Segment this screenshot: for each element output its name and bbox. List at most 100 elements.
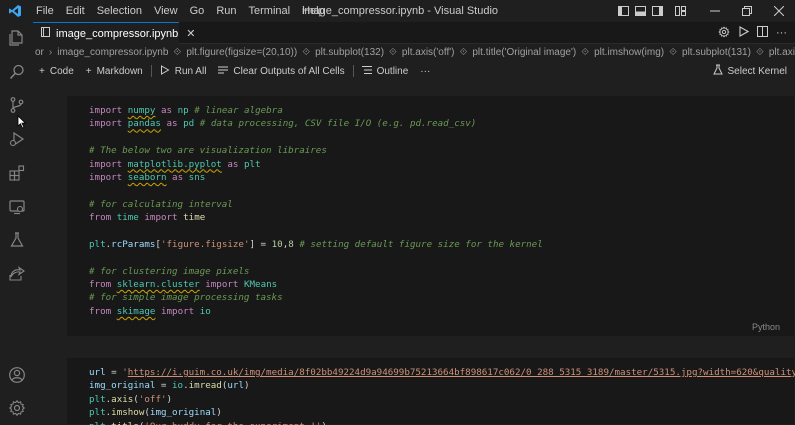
more-toolbar-actions[interactable]: ··· bbox=[414, 61, 436, 81]
customize-layout-icon[interactable] bbox=[672, 0, 689, 22]
menu-go[interactable]: Go bbox=[184, 0, 211, 22]
menu-edit[interactable]: Edit bbox=[60, 0, 91, 22]
code-token: plt bbox=[89, 238, 106, 250]
account-icon[interactable] bbox=[6, 364, 27, 385]
title-bar: File Edit Selection View Go Run Terminal Help i… bbox=[0, 0, 795, 39]
code-editor[interactable]: import numpy as np # linear algebra impor… bbox=[89, 104, 543, 318]
restore-window-icon[interactable] bbox=[731, 0, 763, 22]
extensions-icon[interactable] bbox=[6, 162, 27, 183]
toggle-panel-icon[interactable] bbox=[632, 0, 649, 22]
code-token: io bbox=[172, 380, 184, 392]
code-token: axis bbox=[111, 393, 134, 405]
code-token: plt bbox=[89, 421, 106, 425]
gear-icon[interactable] bbox=[718, 25, 730, 41]
close-window-icon[interactable] bbox=[763, 0, 795, 22]
plus-icon: + bbox=[39, 65, 45, 77]
menu-file[interactable]: File bbox=[30, 0, 60, 22]
settings-gear-icon[interactable] bbox=[6, 397, 27, 418]
select-kernel-button[interactable]: Select Kernel bbox=[712, 61, 787, 81]
run-icon[interactable] bbox=[738, 26, 750, 40]
breadcrumb-separator-icon: ⟐ bbox=[669, 47, 678, 58]
breadcrumb-separator-icon: ⟐ bbox=[459, 47, 468, 58]
code-line: from time import time bbox=[89, 211, 543, 224]
minimize-window-icon[interactable] bbox=[699, 0, 731, 22]
code-editor[interactable]: url = 'https://i.guim.co.uk/img/media/8f… bbox=[89, 366, 795, 425]
run-debug-icon[interactable] bbox=[6, 128, 27, 149]
plus-icon: + bbox=[85, 65, 92, 77]
activity-bar bbox=[0, 22, 33, 425]
code-token: np bbox=[177, 105, 189, 116]
code-token: from bbox=[89, 212, 112, 224]
clear-outputs-button[interactable]: Clear Outputs of All Cells bbox=[212, 61, 350, 81]
remote-explorer-icon[interactable] bbox=[6, 196, 27, 217]
files-icon[interactable] bbox=[6, 27, 27, 48]
breadcrumb-separator-icon: ⟐ bbox=[755, 47, 764, 58]
notebook-icon bbox=[41, 27, 50, 40]
code-line: plt.title('Our buddy for the experiment … bbox=[89, 420, 795, 425]
breadcrumb-item[interactable]: plt.title('Original image') bbox=[470, 47, 578, 58]
add-code-cell-button[interactable]: + Code bbox=[33, 61, 80, 81]
breadcrumb-separator-icon: ⟐ bbox=[302, 47, 311, 58]
toggle-primary-sidebar-icon[interactable] bbox=[615, 0, 632, 22]
code-token: pd bbox=[183, 118, 195, 130]
code-line: plt.imshow(img_original) bbox=[89, 406, 795, 419]
vscode-logo-icon bbox=[0, 0, 30, 22]
code-token: imread bbox=[188, 380, 222, 392]
search-icon[interactable] bbox=[6, 61, 27, 82]
code-token: img_original bbox=[149, 407, 217, 419]
toolbar-divider bbox=[352, 65, 354, 77]
run-all-button[interactable]: Run All bbox=[154, 61, 213, 81]
code-token: numpy bbox=[127, 105, 156, 116]
source-control-icon[interactable] bbox=[6, 94, 27, 115]
notebook-toolbar: + Code + Markdown Run All Clear Outputs … bbox=[33, 61, 795, 81]
add-markdown-cell-button[interactable]: + Markdown bbox=[80, 61, 149, 81]
code-token: as bbox=[166, 118, 178, 130]
breadcrumb-item[interactable]: or bbox=[33, 47, 46, 58]
clear-all-icon bbox=[218, 65, 229, 78]
breadcrumb-item[interactable]: plt.figure(figsize=(20,10)) bbox=[184, 47, 299, 58]
code-cell[interactable]: import numpy as np # linear algebra impor… bbox=[66, 95, 795, 337]
breadcrumb-item[interactable]: plt.subplot(131) bbox=[680, 47, 753, 58]
more-actions-icon[interactable]: ··· bbox=[776, 27, 787, 39]
code-token: sklearn.cluster bbox=[116, 279, 200, 291]
code-line: # for simple image processing tasks bbox=[89, 291, 543, 304]
code-token: import bbox=[89, 105, 123, 116]
cell-language-label[interactable]: Python bbox=[752, 322, 780, 332]
code-token: from bbox=[89, 279, 112, 291]
breadcrumb-item[interactable]: plt.axis('off') bbox=[767, 47, 795, 58]
tab-image-compressor[interactable]: image_compressor.ipynb ✕ bbox=[33, 22, 196, 44]
code-cell[interactable]: url = 'https://i.guim.co.uk/img/media/8f… bbox=[66, 357, 795, 425]
code-token: ] = bbox=[249, 238, 272, 250]
code-token: https://i.guim.co.uk/img/media/8f02bb492… bbox=[127, 367, 795, 378]
outline-icon bbox=[361, 65, 372, 78]
outline-button[interactable]: Outline bbox=[356, 61, 415, 81]
menu-view[interactable]: View bbox=[148, 0, 184, 22]
code-token: # for calculating interval bbox=[89, 198, 233, 210]
code-token: seaborn bbox=[127, 171, 167, 183]
code-token: KMeans bbox=[243, 279, 278, 291]
menu-terminal[interactable]: Terminal bbox=[243, 0, 297, 22]
tab-close-icon[interactable]: ✕ bbox=[186, 27, 195, 40]
code-token: 'off' bbox=[138, 393, 167, 405]
menu-run[interactable]: Run bbox=[210, 0, 242, 22]
code-token: ) bbox=[216, 407, 222, 419]
breadcrumb-item[interactable]: plt.subplot(132) bbox=[313, 47, 386, 58]
outline-label: Outline bbox=[376, 65, 409, 77]
run-all-label: Run All bbox=[174, 65, 207, 77]
code-token: import bbox=[89, 158, 123, 170]
code-line: img_original = io.imread(url) bbox=[89, 379, 795, 392]
live-share-icon[interactable] bbox=[6, 263, 27, 284]
breadcrumb-item[interactable]: image_compressor.ipynb bbox=[55, 47, 170, 58]
breadcrumb-item[interactable]: plt.imshow(img) bbox=[592, 47, 666, 58]
toggle-secondary-sidebar-icon[interactable] bbox=[649, 0, 666, 22]
split-editor-icon[interactable] bbox=[757, 26, 768, 40]
code-token: import bbox=[89, 171, 123, 183]
code-token: time bbox=[183, 212, 206, 224]
testing-icon[interactable] bbox=[6, 229, 27, 250]
code-line: import numpy as np # linear algebra bbox=[89, 104, 543, 117]
code-token: imshow bbox=[111, 407, 145, 419]
menu-selection[interactable]: Selection bbox=[91, 0, 148, 22]
breadcrumb-item[interactable]: plt.axis('off') bbox=[400, 47, 457, 58]
